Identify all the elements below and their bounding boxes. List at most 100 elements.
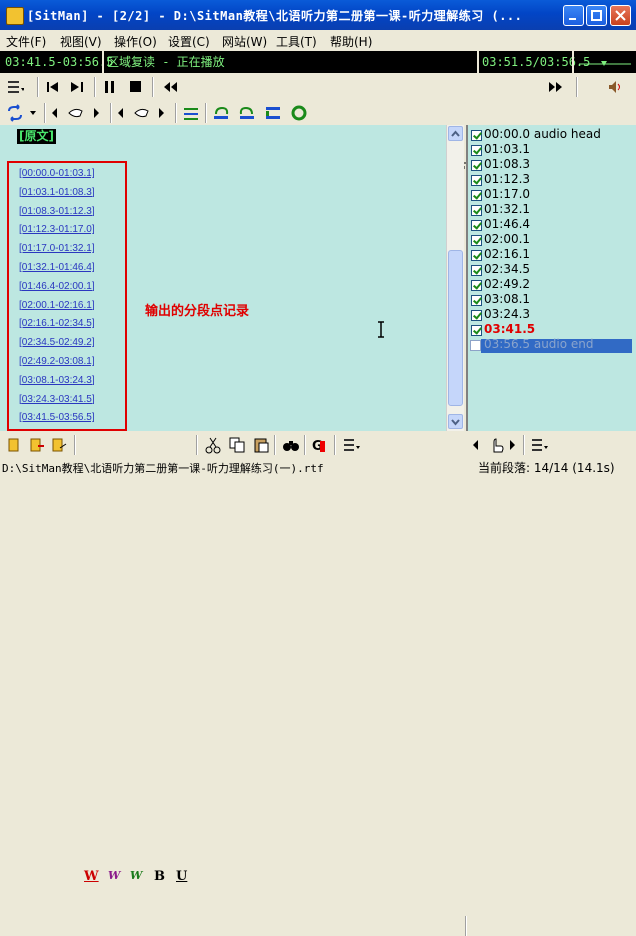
segment-link[interactable]: [03:08.1-03:24.3] [19, 375, 95, 386]
paste-icon[interactable] [252, 436, 270, 454]
marker-item[interactable]: 03:08.1 [470, 292, 636, 308]
marker-checkbox[interactable] [471, 205, 482, 216]
marker-item[interactable]: 02:00.1 [470, 232, 636, 248]
marker-checkbox[interactable] [471, 190, 482, 201]
marker-next-icon[interactable] [506, 436, 524, 454]
bold-button[interactable]: B [154, 869, 165, 884]
marker-prev-icon[interactable] [470, 436, 488, 454]
skip-forward-icon[interactable] [68, 78, 86, 96]
insert-mark-icon[interactable] [6, 436, 24, 454]
marker-item[interactable]: 03:41.5 [470, 322, 636, 338]
segment-link[interactable]: [01:46.4-02:00.1] [19, 281, 95, 292]
marker-checkbox[interactable] [471, 325, 482, 336]
segment-link[interactable]: [01:12.3-01:17.0] [19, 224, 95, 235]
refresh-segment-icon[interactable] [290, 104, 308, 122]
marker-checkbox[interactable] [470, 340, 481, 351]
marker-item[interactable]: 00:00.0 audio head [470, 127, 636, 143]
marker-item[interactable]: 02:34.5 [470, 262, 636, 278]
rewind-icon[interactable] [161, 78, 179, 96]
menu-settings[interactable]: 设置(C) [168, 33, 210, 50]
minimize-button[interactable] [563, 5, 584, 26]
font-color-red-button[interactable]: W [84, 869, 99, 884]
segment-link[interactable]: [02:34.5-02:49.2] [19, 337, 95, 348]
marker-checkbox[interactable] [471, 280, 482, 291]
marker-item[interactable]: 01:46.4 [470, 217, 636, 233]
title-bar: [SitMan] - [2/2] - D:\SitMan教程\北语听力第二册第一… [0, 0, 636, 30]
list-icon[interactable] [6, 78, 24, 96]
segment-link[interactable]: [02:16.1-02:34.5] [19, 318, 95, 329]
insert-time-icon[interactable] [28, 436, 46, 454]
cut-icon[interactable] [204, 436, 222, 454]
segment-link[interactable]: [02:49.2-03:08.1] [19, 356, 95, 367]
maximize-button[interactable] [586, 5, 607, 26]
merge-segment-icon[interactable] [264, 104, 282, 122]
marker-item[interactable]: 02:49.2 [470, 277, 636, 293]
marker-checkbox[interactable] [471, 175, 482, 186]
loop-dropdown-icon[interactable] [30, 111, 38, 117]
segment-link[interactable]: [01:32.1-01:46.4] [19, 262, 95, 273]
segment-align-icon[interactable] [182, 104, 200, 122]
loop-icon[interactable] [6, 104, 24, 122]
marker-item[interactable]: 02:16.1 [470, 247, 636, 263]
marker-item[interactable]: 01:17.0 [470, 187, 636, 203]
font-color-green-button[interactable]: W [130, 869, 142, 882]
marker-item[interactable]: 01:03.1 [470, 142, 636, 158]
segment-link[interactable]: [01:08.3-01:12.3] [19, 206, 95, 217]
marker-item[interactable]: 01:08.3 [470, 157, 636, 173]
marker-item[interactable]: 01:12.3 [470, 172, 636, 188]
marker-checkbox[interactable] [471, 130, 482, 141]
segment-link[interactable]: [00:00.0-01:03.1] [19, 168, 95, 179]
segment-link[interactable]: [02:00.1-02:16.1] [19, 300, 95, 311]
marker-checkbox[interactable] [471, 235, 482, 246]
stop-icon[interactable] [127, 78, 145, 96]
underline-button[interactable]: U [176, 869, 187, 884]
hand-mark-icon[interactable] [132, 104, 150, 122]
segment-link[interactable]: [01:03.1-01:08.3] [19, 187, 95, 198]
menu-file[interactable]: 文件(F) [6, 33, 46, 50]
menu-view[interactable]: 视图(V) [60, 33, 102, 50]
redo-segment-icon[interactable] [238, 104, 256, 122]
options-menu-icon[interactable] [342, 436, 360, 454]
marker-checkbox[interactable] [471, 265, 482, 276]
marker-item[interactable]: 03:56.5 audio end [470, 337, 632, 353]
menu-help[interactable]: 帮助(H) [330, 33, 372, 50]
segment-link[interactable]: [03:41.5-03:56.5] [19, 412, 95, 423]
highlight-icon[interactable]: G [310, 436, 328, 454]
font-color-purple-button[interactable]: W [108, 869, 120, 882]
status-file-path: D:\SitMan教程\北语听力第二册第一课-听力理解练习(一).rtf [2, 462, 324, 475]
undo-segment-icon[interactable] [212, 104, 230, 122]
next-mark-icon[interactable] [155, 104, 173, 122]
marker-menu-icon[interactable] [530, 436, 548, 454]
next-segment-icon[interactable] [90, 104, 108, 122]
marker-item[interactable]: 03:24.3 [470, 307, 636, 323]
marker-checkbox[interactable] [471, 220, 482, 231]
playback-status-row: 03:41.5-03:56.5 区域复读 - 正在播放 03:51.5/03:5… [0, 51, 636, 73]
marker-hand-icon[interactable] [488, 436, 506, 454]
menu-website[interactable]: 网站(W) [222, 33, 267, 50]
close-button[interactable] [610, 5, 631, 26]
marker-checkbox[interactable] [471, 145, 482, 156]
segment-link[interactable]: [01:17.0-01:32.1] [19, 243, 95, 254]
hand-left-icon[interactable] [66, 104, 84, 122]
scroll-thumb[interactable] [448, 250, 463, 406]
app-icon[interactable] [6, 7, 24, 25]
segment-link[interactable]: [03:24.3-03:41.5] [19, 394, 95, 405]
status-bar: D:\SitMan教程\北语听力第二册第一课-听力理解练习(一).rtf 当前段… [0, 458, 636, 936]
insert-hand-icon[interactable] [50, 436, 68, 454]
menu-operate[interactable]: 操作(O) [114, 33, 157, 50]
speaker-icon[interactable] [606, 78, 624, 96]
marker-checkbox[interactable] [471, 295, 482, 306]
find-icon[interactable] [282, 436, 300, 454]
skip-back-icon[interactable] [44, 78, 62, 96]
scroll-down-button[interactable] [448, 414, 463, 429]
fast-forward-icon[interactable] [546, 78, 564, 96]
marker-checkbox[interactable] [471, 310, 482, 321]
scroll-up-button[interactable] [448, 126, 463, 141]
marker-checkbox[interactable] [471, 160, 482, 171]
pause-icon[interactable] [101, 78, 119, 96]
menu-tools[interactable]: 工具(T) [276, 33, 317, 50]
marker-item[interactable]: 01:32.1 [470, 202, 636, 218]
copy-icon[interactable] [228, 436, 246, 454]
marker-checkbox[interactable] [471, 250, 482, 261]
editor-scrollbar[interactable] [446, 125, 464, 431]
